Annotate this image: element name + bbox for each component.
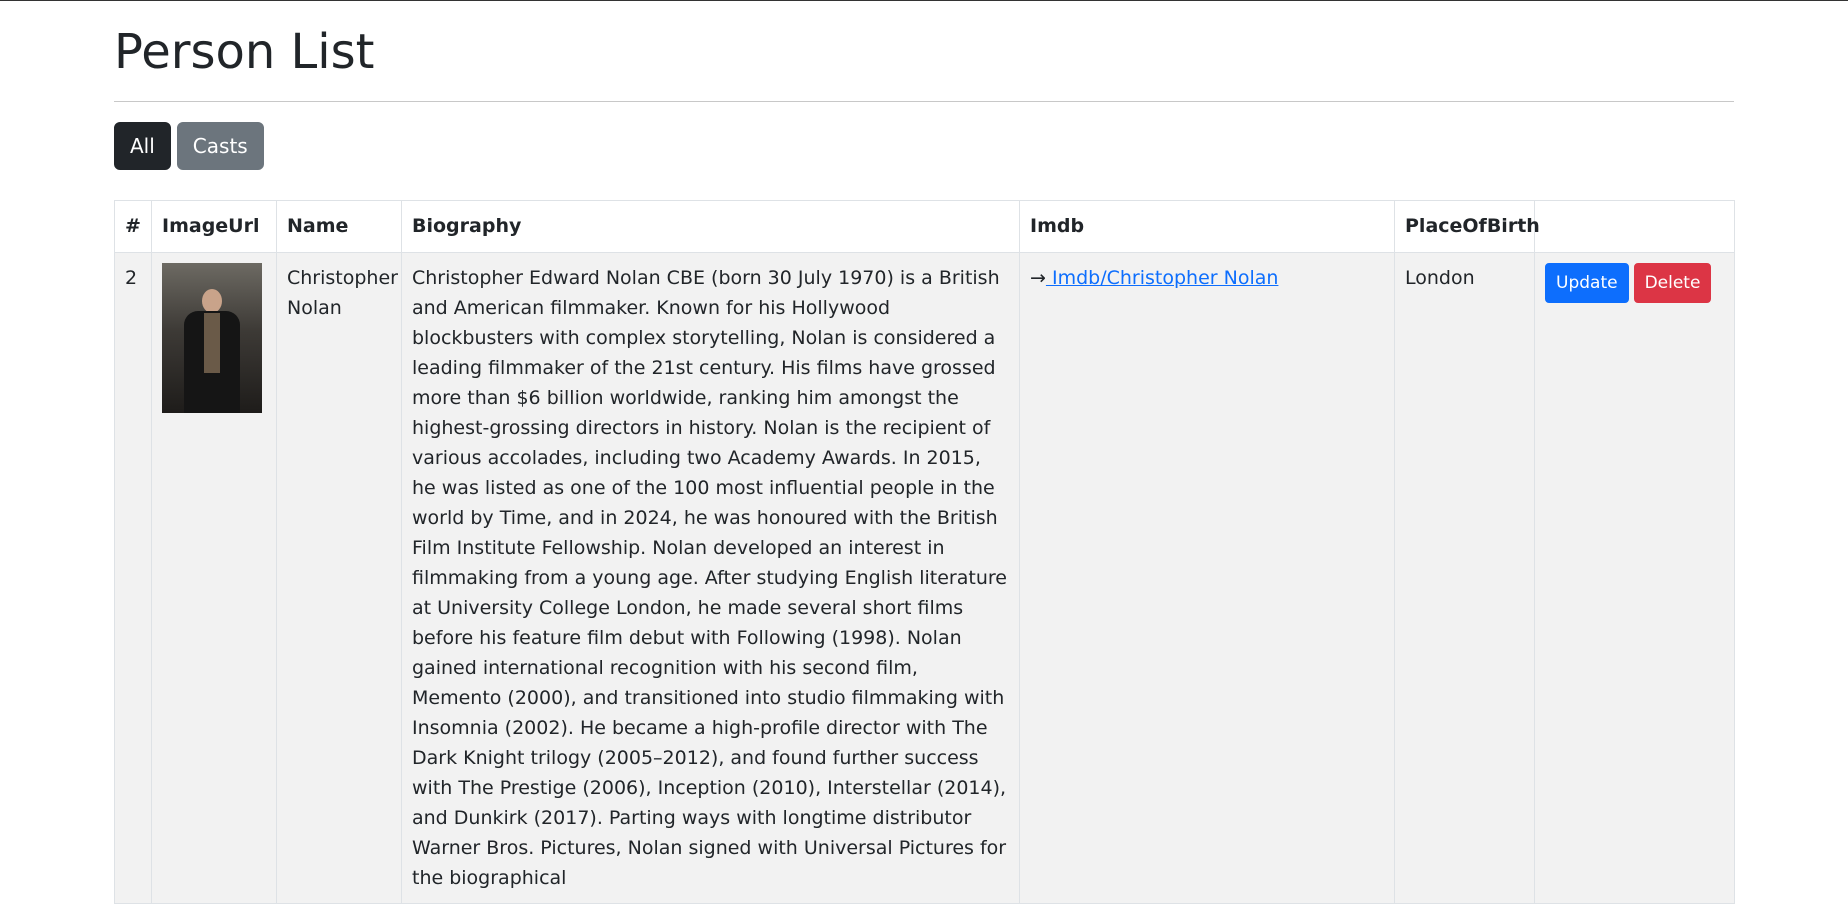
filter-button-group: All Casts	[114, 122, 1734, 170]
main-container: Person List All Casts # ImageUrl Name Bi…	[114, 0, 1735, 904]
filter-casts-button[interactable]: Casts	[176, 122, 264, 170]
column-header-imageurl: ImageUrl	[151, 200, 277, 253]
cell-place-of-birth: London	[1394, 252, 1535, 904]
column-header-imdb: Imdb	[1019, 200, 1395, 253]
table-row: 2 Christopher Nolan Christopher Edward N…	[114, 252, 1735, 904]
cell-name: Christopher Nolan	[276, 252, 402, 904]
person-table: # ImageUrl Name Biography Imdb PlaceOfBi…	[114, 200, 1735, 904]
update-button[interactable]: Update	[1545, 263, 1629, 303]
arrow-right-icon: →	[1030, 267, 1046, 289]
filter-all-button[interactable]: All	[114, 122, 171, 170]
delete-button[interactable]: Delete	[1633, 263, 1712, 303]
column-header-actions	[1534, 200, 1735, 253]
cell-biography: Christopher Edward Nolan CBE (born 30 Ju…	[401, 252, 1020, 904]
cell-actions: Update Delete	[1534, 252, 1735, 904]
cell-index: 2	[114, 252, 152, 904]
column-header-biography: Biography	[401, 200, 1020, 253]
row-actions: Update Delete	[1545, 263, 1724, 303]
column-header-placeofbirth: PlaceOfBirth	[1394, 200, 1540, 253]
cell-image	[151, 252, 277, 904]
page-title: Person List	[114, 24, 375, 80]
title-divider	[114, 101, 1734, 102]
cell-imdb: → Imdb/Christopher Nolan	[1019, 252, 1395, 904]
person-photo	[162, 263, 262, 413]
table-header-row: # ImageUrl Name Biography Imdb PlaceOfBi…	[114, 200, 1735, 253]
imdb-link[interactable]: Imdb/Christopher Nolan	[1046, 267, 1278, 289]
column-header-index: #	[114, 200, 152, 253]
column-header-name: Name	[276, 200, 402, 253]
